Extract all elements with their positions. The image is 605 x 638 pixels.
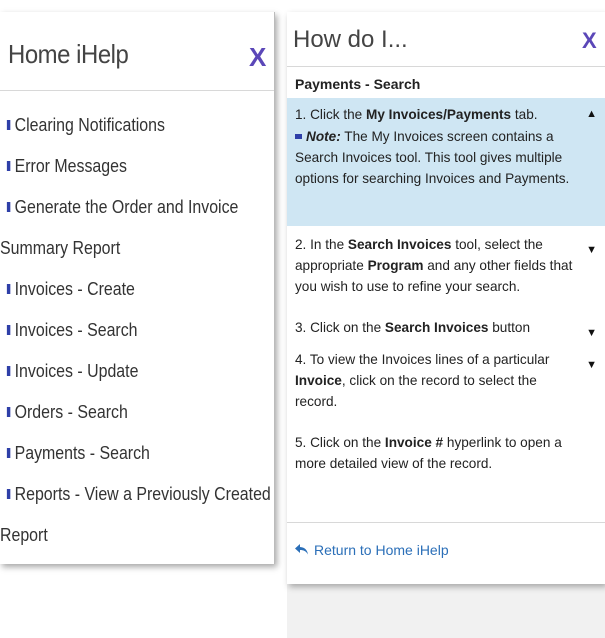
expand-arrow-icon[interactable]: ▼	[586, 355, 597, 376]
bullet-icon	[6, 325, 11, 335]
help-topic-label: Generate the Order and Invoice	[14, 196, 239, 217]
help-topic-generate-report[interactable]: Generate the Order and Invoice	[0, 186, 238, 227]
help-topic-label: Invoices - Search	[14, 319, 138, 340]
help-topic-label: Orders - Search	[14, 401, 128, 422]
step-text: button	[488, 320, 531, 335]
bullet-icon	[295, 134, 302, 139]
step-bold: My Invoices/Payments	[366, 107, 512, 122]
step-text: 3. Click on the	[295, 320, 385, 335]
return-home-label: Return to Home iHelp	[314, 542, 449, 558]
help-topic-error-messages[interactable]: Error Messages	[0, 145, 230, 186]
help-topic-label: Reports - View a Previously Created	[14, 483, 271, 504]
help-topic-label: Invoices - Update	[14, 360, 139, 381]
step-3[interactable]: 3. Click on the Search Invoices button ▼	[287, 317, 605, 339]
panel-footer: Return to Home iHelp	[287, 522, 605, 579]
help-topic-invoices-create[interactable]: Invoices - Create	[0, 268, 230, 309]
help-topic-label: Error Messages	[14, 155, 127, 176]
home-ihelp-title: Home iHelp	[8, 39, 129, 69]
bullet-icon	[6, 366, 11, 376]
collapse-arrow-icon[interactable]: ▲	[586, 104, 597, 125]
how-do-i-header: How do I... X	[287, 12, 605, 67]
bullet-icon	[6, 489, 11, 499]
step-bold: Search Invoices	[347, 237, 452, 252]
bullet-icon	[6, 284, 11, 294]
home-ihelp-panel: Home iHelp X Clearing Notifications Erro…	[0, 12, 275, 564]
help-topic-label: Report	[0, 524, 48, 545]
step-1[interactable]: 1. Click the My Invoices/Payments tab. ▲…	[287, 98, 605, 226]
help-topic-label: Clearing Notifications	[14, 114, 165, 135]
expand-arrow-icon[interactable]: ▼	[586, 240, 597, 261]
expand-arrow-icon[interactable]: ▼	[586, 323, 597, 344]
help-topic-clearing-notifications[interactable]: Clearing Notifications	[0, 104, 230, 145]
how-do-i-panel-bg: How do I... X Payments - Search 1. Click…	[287, 12, 605, 638]
step-bold: Invoice	[295, 373, 342, 388]
section-title: Payments - Search	[295, 76, 421, 92]
close-icon[interactable]: X	[249, 42, 266, 73]
step-2[interactable]: 2. In the Search Invoices tool, select t…	[287, 234, 605, 297]
help-topic-reports-view[interactable]: Reports - View a Previously Created	[0, 473, 271, 514]
home-ihelp-header: Home iHelp X	[0, 12, 274, 91]
step-text: 5. Click on the	[295, 435, 385, 450]
help-topic-reports-view-cont[interactable]: Report	[0, 514, 230, 555]
how-do-i-panel: How do I... X Payments - Search 1. Click…	[287, 12, 605, 584]
help-topic-label: Payments - Search	[14, 442, 150, 463]
step-text: 2. In the	[295, 237, 348, 252]
close-icon[interactable]: X	[582, 28, 597, 54]
reply-arrow-icon	[295, 542, 308, 558]
bullet-icon	[6, 448, 11, 458]
step-bold: Search Invoices	[384, 320, 489, 335]
bullet-icon	[6, 202, 11, 212]
note-label: Note:	[306, 129, 341, 144]
step-5[interactable]: 5. Click on the Invoice # hyperlink to o…	[287, 432, 605, 474]
bullet-icon	[6, 120, 11, 130]
how-do-i-title: How do I...	[293, 26, 408, 53]
help-topic-orders-search[interactable]: Orders - Search	[0, 391, 230, 432]
help-topic-generate-report-cont[interactable]: Summary Report	[0, 227, 230, 268]
step-text: 4. To view the Invoices lines of a parti…	[295, 352, 550, 367]
help-topic-invoices-search[interactable]: Invoices - Search	[0, 309, 230, 350]
help-topic-list: Clearing Notifications Error Messages Ge…	[0, 104, 271, 555]
return-home-link[interactable]: Return to Home iHelp	[295, 542, 449, 558]
help-topic-payments-search[interactable]: Payments - Search	[0, 432, 230, 473]
note: Note: The My Invoices screen contains a …	[295, 126, 577, 189]
help-topic-label: Invoices - Create	[14, 278, 135, 299]
bullet-icon	[6, 407, 11, 417]
step-4[interactable]: 4. To view the Invoices lines of a parti…	[287, 349, 605, 412]
step-text: tab.	[511, 107, 538, 122]
bullet-icon	[6, 161, 11, 171]
step-text: 1. Click the	[295, 107, 367, 122]
step-bold: Invoice #	[384, 435, 444, 450]
step-bold: Program	[367, 258, 424, 273]
help-topic-invoices-update[interactable]: Invoices - Update	[0, 350, 230, 391]
help-topic-label: Summary Report	[0, 237, 121, 258]
